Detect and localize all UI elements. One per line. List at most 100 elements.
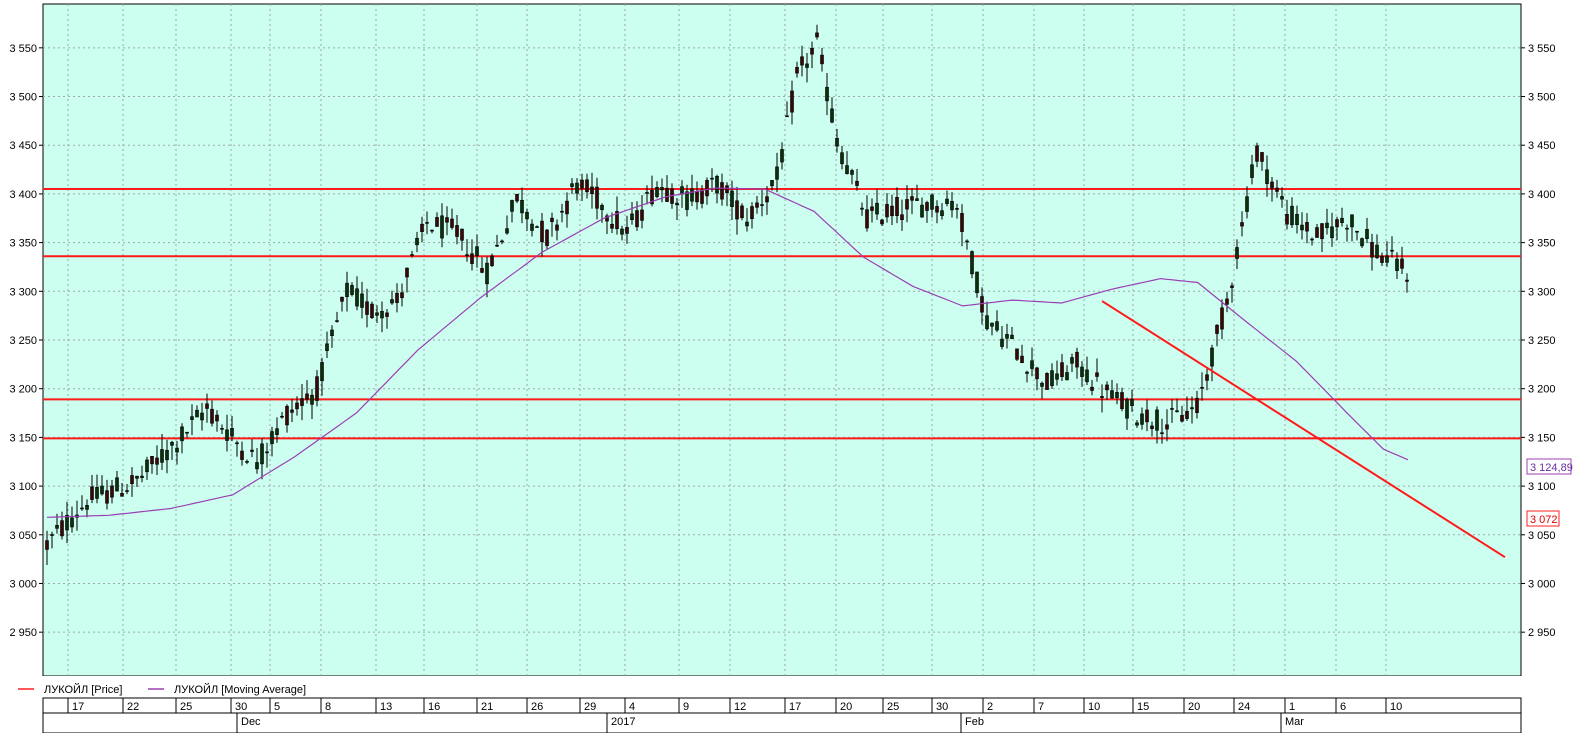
candle-body: [1155, 409, 1159, 431]
candle-body: [1030, 360, 1034, 369]
candle-body: [1400, 258, 1404, 269]
candle-body: [255, 462, 259, 470]
y-tick-label-left: 3 450: [9, 140, 37, 152]
candle-body: [705, 179, 709, 197]
candle-body: [445, 217, 449, 223]
candle-body: [1395, 258, 1399, 271]
candle-body: [700, 189, 704, 204]
candle-body: [755, 202, 759, 208]
candle-body: [1080, 366, 1084, 377]
day-label: 25: [180, 701, 192, 713]
y-tick-label-right: 3 200: [1528, 384, 1556, 396]
candle-body: [325, 343, 329, 352]
candle-body: [470, 253, 474, 264]
day-label: 10: [1390, 701, 1402, 713]
candle-body: [1060, 362, 1064, 377]
candle-body: [720, 182, 724, 200]
candle-body: [920, 204, 924, 218]
candle-body: [350, 285, 354, 295]
candle-body: [50, 534, 54, 536]
day-label: 1: [1289, 701, 1295, 713]
y-tick-label-right: 3 100: [1528, 481, 1556, 493]
candle-body: [955, 208, 959, 210]
candle-body: [875, 202, 879, 215]
candle-body: [335, 320, 339, 322]
day-label: 15: [1137, 701, 1149, 713]
candle-body: [220, 428, 224, 430]
candle-body: [695, 191, 699, 203]
candle-body: [675, 202, 679, 206]
candle-body: [790, 90, 794, 113]
day-label: 29: [584, 701, 596, 713]
candle-body: [1010, 334, 1014, 339]
y-tick-label-left: 3 150: [9, 432, 37, 444]
candle-body: [1295, 213, 1299, 225]
candle-body: [785, 115, 789, 118]
day-label: 22: [127, 701, 139, 713]
ma-last-value: 3 124,89: [1530, 462, 1573, 474]
candle-body: [975, 271, 979, 294]
legend-price-label: ЛУКОЙЛ [Price]: [44, 683, 122, 696]
candle-body: [410, 254, 414, 256]
candle-body: [1205, 374, 1209, 381]
candle-body: [440, 215, 444, 239]
candle-body: [550, 217, 554, 222]
candle-body: [235, 442, 239, 445]
candle-body: [1045, 373, 1049, 390]
day-label: 2: [987, 701, 993, 713]
candle-body: [45, 540, 49, 550]
day-label: 13: [380, 701, 392, 713]
candle-body: [565, 200, 569, 215]
candle-body: [265, 451, 269, 454]
candle-body: [900, 214, 904, 221]
y-tick-label-right: 3 400: [1528, 189, 1556, 201]
candle-body: [750, 206, 754, 220]
candle-body: [1190, 407, 1194, 410]
candle-body: [1050, 370, 1054, 387]
candle-body: [85, 505, 89, 510]
candle-body: [1170, 408, 1174, 410]
candle-body: [905, 199, 909, 210]
candle-body: [1115, 392, 1119, 399]
candle-body: [1100, 396, 1104, 398]
candle-body: [1390, 249, 1394, 252]
day-label: 5: [274, 701, 280, 713]
candle-body: [595, 186, 599, 209]
chart: 2 950 2 950 3 000 3 000 3 050 3 050 3 100 3 100…: [0, 0, 1579, 734]
candle-body: [930, 194, 934, 210]
candle-body: [1350, 214, 1354, 228]
candle-body: [530, 223, 534, 231]
candle-body: [625, 227, 629, 234]
candle-body: [915, 198, 919, 201]
candle-body: [1090, 386, 1094, 391]
candle-body: [1200, 387, 1204, 389]
candle-body: [890, 205, 894, 217]
candle-body: [1040, 382, 1044, 387]
y-tick-label-left: 3 400: [9, 189, 37, 201]
candle-body: [225, 429, 229, 441]
candle-body: [940, 210, 944, 216]
candle-body: [60, 520, 64, 537]
candle-body: [1305, 222, 1309, 232]
candle-body: [150, 456, 154, 465]
candle-body: [990, 322, 994, 327]
day-label: 20: [1188, 701, 1200, 713]
candle-body: [385, 312, 389, 317]
candle-body: [320, 362, 324, 382]
candle-body: [770, 180, 774, 187]
candle-body: [95, 487, 99, 499]
candle-body: [860, 207, 864, 210]
candle-body: [1365, 228, 1369, 239]
candle-body: [1370, 242, 1374, 258]
candle-body: [1275, 187, 1279, 192]
candle-body: [120, 493, 124, 497]
candle-body: [450, 218, 454, 228]
candle-body: [815, 32, 819, 38]
candle-body: [215, 414, 219, 422]
day-label: 12: [734, 701, 746, 713]
candle-body: [395, 292, 399, 303]
candle-body: [105, 490, 109, 504]
y-tick-label-left: 3 500: [9, 92, 37, 104]
candle-body: [510, 200, 514, 212]
candle-body: [1135, 422, 1139, 426]
